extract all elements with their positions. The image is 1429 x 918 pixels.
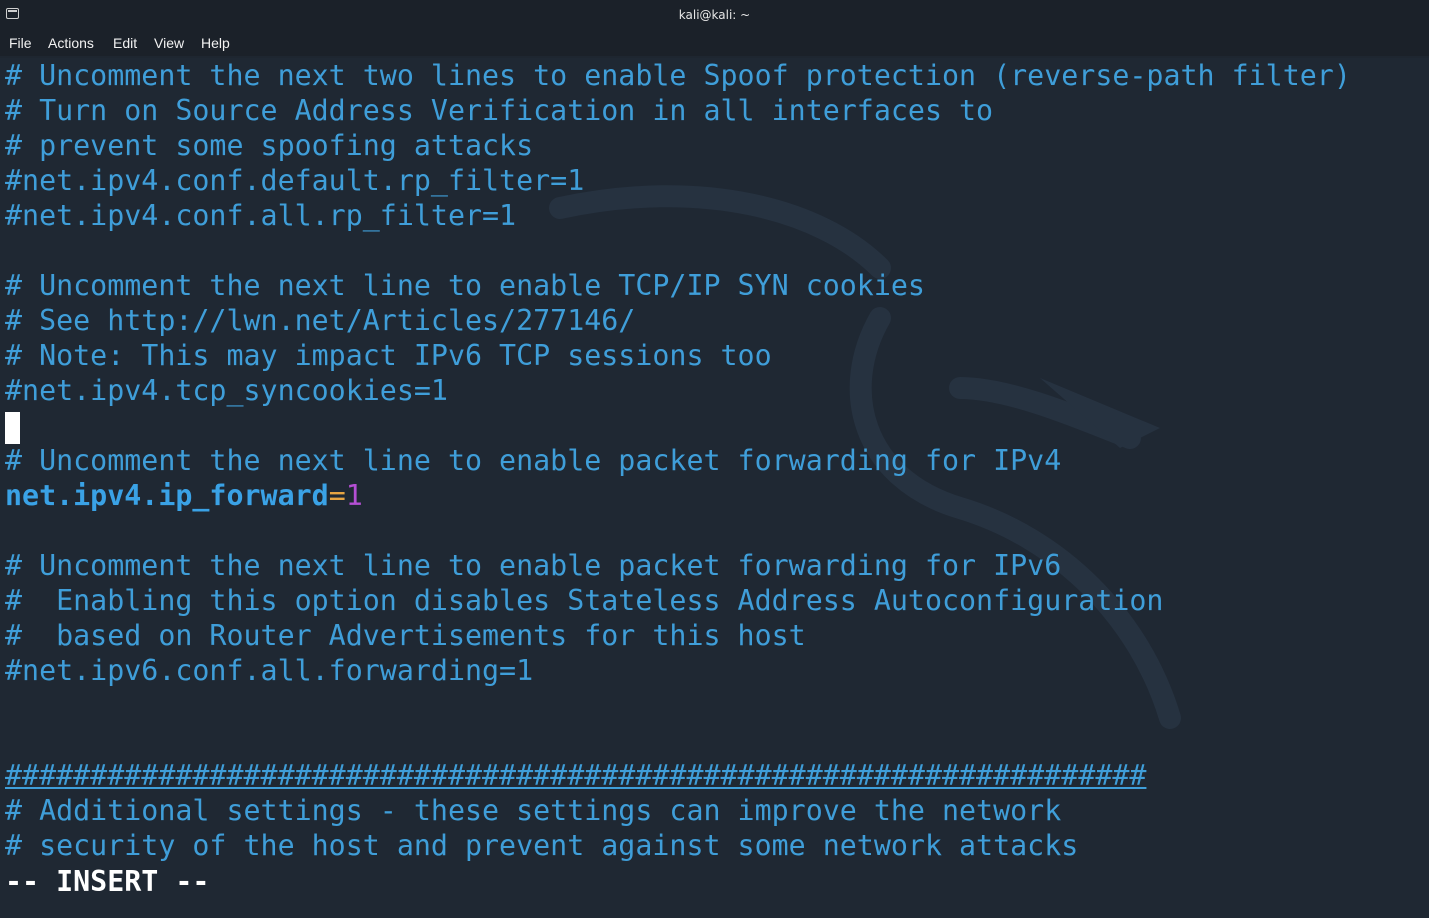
editor-line-3: # prevent some spoofing attacks bbox=[5, 129, 534, 162]
title-bar: kali@kali: ~ bbox=[0, 0, 1429, 30]
editor-line-17: # based on Router Advertisements for thi… bbox=[5, 619, 806, 652]
window-title: kali@kali: ~ bbox=[678, 8, 751, 22]
menu-actions[interactable]: Actions bbox=[48, 35, 94, 51]
editor-line-22: # Additional settings - these settings c… bbox=[5, 794, 1062, 827]
menu-bar: File Actions Edit View Help bbox=[0, 30, 1429, 56]
editor-line-4: #net.ipv4.conf.default.rp_filter=1 bbox=[5, 164, 585, 197]
editor-line-21: ########################################… bbox=[5, 759, 1147, 792]
menu-view[interactable]: View bbox=[154, 35, 184, 51]
setting-value: 1 bbox=[345, 479, 363, 512]
editor-line-12: # Uncomment the next line to enable pack… bbox=[5, 444, 1062, 477]
editor-line-18: #net.ipv6.conf.all.forwarding=1 bbox=[5, 654, 534, 687]
editor-line-9: # Note: This may impact IPv6 TCP session… bbox=[5, 339, 772, 372]
editor-line-8: # See http://lwn.net/Articles/277146/ bbox=[5, 304, 636, 337]
menu-file[interactable]: File bbox=[9, 35, 32, 51]
terminal-editor[interactable]: # Uncomment the next two lines to enable… bbox=[0, 58, 1429, 918]
menu-help[interactable]: Help bbox=[201, 35, 230, 51]
editor-line-1: # Uncomment the next two lines to enable… bbox=[5, 59, 1351, 92]
editor-line-16: # Enabling this option disables Stateles… bbox=[5, 584, 1164, 617]
editor-line-7: # Uncomment the next line to enable TCP/… bbox=[5, 269, 925, 302]
editor-line-10: #net.ipv4.tcp_syncookies=1 bbox=[5, 374, 448, 407]
text-cursor bbox=[5, 412, 20, 444]
menu-edit[interactable]: Edit bbox=[113, 35, 137, 51]
ip-forward-setting: net.ipv4.ip_forward=1 bbox=[5, 478, 363, 513]
vim-mode-indicator: -- INSERT -- bbox=[5, 865, 210, 898]
setting-equals: = bbox=[328, 479, 346, 512]
editor-line-23: # security of the host and prevent again… bbox=[5, 829, 1079, 862]
setting-key: net.ipv4.ip_forward bbox=[5, 479, 329, 512]
editor-line-5: #net.ipv4.conf.all.rp_filter=1 bbox=[5, 199, 517, 232]
editor-line-2: # Turn on Source Address Verification in… bbox=[5, 94, 994, 127]
editor-line-15: # Uncomment the next line to enable pack… bbox=[5, 549, 1062, 582]
